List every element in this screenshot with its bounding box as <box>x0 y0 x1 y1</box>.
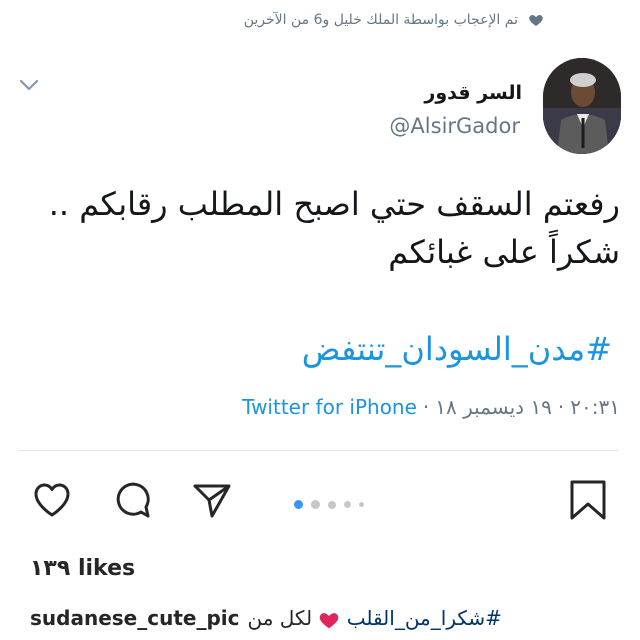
paper-plane-icon <box>193 484 231 518</box>
carousel-indicator <box>294 500 364 509</box>
share-button[interactable] <box>190 478 234 522</box>
comment-button[interactable] <box>110 478 154 522</box>
caption-username[interactable]: sudanese_cute_pic <box>30 606 239 630</box>
liked-by-text: تم الإعجاب بواسطة الملك خليل و6 من الآخر… <box>243 12 518 28</box>
meta-separator: · <box>422 395 430 419</box>
carousel-dot <box>359 502 364 507</box>
likes-count[interactable]: ١٣٩ likes <box>30 556 135 581</box>
meta-separator: · <box>557 395 565 419</box>
red-heart-emoji <box>320 612 339 628</box>
caption-body: #شكرا_من_القلب لكل من <box>247 606 501 631</box>
carousel-dot <box>328 500 336 509</box>
embedded-tweet-screenshot: تم الإعجاب بواسطة الملك خليل و6 من الآخر… <box>0 0 640 470</box>
carousel-dot <box>344 501 351 508</box>
avatar-image <box>543 58 621 154</box>
tweet-text: رفعتم السقف حتي اصبح المطلب رقابكم .. شك… <box>20 180 620 276</box>
tweet-meta: ٢٠:٣١ · ١٩ ديسمبر ١٨ · Twitter for iPhon… <box>242 395 620 419</box>
save-button[interactable] <box>566 478 610 522</box>
liked-by-row: تم الإعجاب بواسطة الملك خليل و6 من الآخر… <box>244 12 544 28</box>
heart-filled-icon <box>529 15 543 26</box>
divider <box>18 450 618 451</box>
avatar[interactable] <box>543 58 621 154</box>
post-caption: sudanese_cute_pic #شكرا_من_القلب لكل من <box>30 606 502 631</box>
chevron-down-icon[interactable] <box>18 78 40 92</box>
heart-outline-icon <box>34 483 70 517</box>
tweet-time: ٢٠:٣١ <box>570 395 620 419</box>
tweet-date: ١٩ ديسمبر ١٨ <box>435 395 552 419</box>
caption-hashtag[interactable]: #شكرا_من_القلب <box>347 606 502 630</box>
tweet-hashtag[interactable]: #مدن_السودان_تنتفض <box>302 330 612 368</box>
tweet-text-line: رفعتم السقف حتي اصبح المطلب رقابكم .. <box>48 185 620 223</box>
user-handle[interactable]: @AlsirGador <box>389 114 520 138</box>
caption-text: لكل من <box>247 606 313 630</box>
bookmark-icon <box>570 480 606 520</box>
tweet-text-line: شكراً على غبائكم <box>388 233 620 271</box>
tweet-client[interactable]: Twitter for iPhone <box>242 395 417 419</box>
display-name[interactable]: السر قدور <box>424 82 522 104</box>
carousel-dot <box>294 500 303 509</box>
like-button[interactable] <box>30 478 74 522</box>
comment-bubble-icon <box>116 482 150 518</box>
carousel-dot <box>311 500 320 509</box>
